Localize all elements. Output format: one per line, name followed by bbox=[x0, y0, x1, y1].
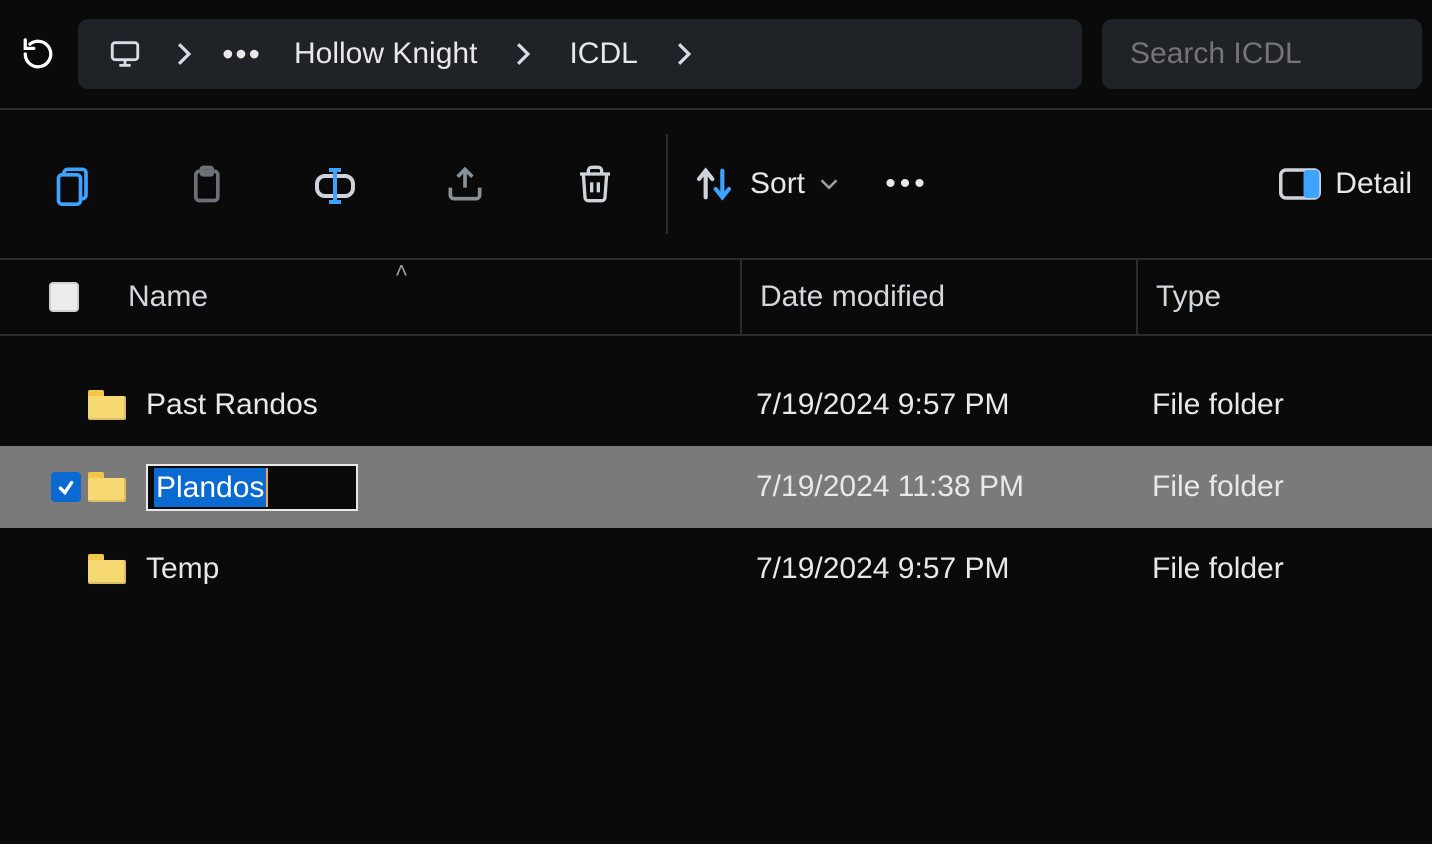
breadcrumb-overflow[interactable]: ••• bbox=[224, 36, 260, 73]
delete-button[interactable] bbox=[530, 124, 660, 244]
command-bar: Sort ••• Detail bbox=[0, 110, 1432, 260]
cut-icon bbox=[53, 160, 97, 208]
chevron-down-icon bbox=[819, 177, 839, 191]
sort-icon bbox=[692, 164, 736, 204]
file-row[interactable]: Plandos 7/19/2024 11:38 PMFile folder bbox=[0, 446, 1432, 528]
file-date: 7/19/2024 11:38 PM bbox=[742, 470, 1138, 504]
address-bar: ••• Hollow Knight ICDL bbox=[0, 0, 1432, 110]
share-icon bbox=[443, 162, 487, 206]
cut-button[interactable] bbox=[10, 124, 140, 244]
folder-icon bbox=[88, 390, 136, 420]
file-type: File folder bbox=[1138, 552, 1432, 586]
details-view-icon bbox=[1279, 167, 1321, 201]
file-type: File folder bbox=[1138, 388, 1432, 422]
rename-icon bbox=[311, 160, 359, 208]
sort-button[interactable]: Sort bbox=[674, 124, 857, 244]
refresh-icon bbox=[21, 37, 55, 71]
file-name[interactable]: Past Randos bbox=[146, 388, 742, 422]
copy-button[interactable] bbox=[140, 124, 270, 244]
view-button[interactable]: Detail bbox=[1255, 124, 1422, 244]
this-pc-icon[interactable] bbox=[106, 37, 144, 71]
column-headers: ˄ Name Date modified Type bbox=[0, 260, 1432, 336]
toolbar-divider bbox=[666, 134, 668, 234]
chevron-right-icon[interactable] bbox=[672, 41, 696, 67]
share-button[interactable] bbox=[400, 124, 530, 244]
column-header-date[interactable]: Date modified bbox=[740, 260, 1136, 334]
file-date: 7/19/2024 9:57 PM bbox=[742, 388, 1138, 422]
view-label: Detail bbox=[1335, 167, 1412, 201]
file-type: File folder bbox=[1138, 470, 1432, 504]
select-all-checkbox[interactable] bbox=[0, 282, 128, 312]
search-input[interactable] bbox=[1130, 37, 1394, 71]
chevron-right-icon[interactable] bbox=[172, 41, 196, 67]
breadcrumb-seg-1[interactable]: ICDL bbox=[563, 37, 643, 71]
more-button[interactable]: ••• bbox=[857, 167, 957, 201]
rename-button[interactable] bbox=[270, 124, 400, 244]
chevron-right-icon[interactable] bbox=[511, 41, 535, 67]
column-header-name[interactable]: Name bbox=[128, 280, 740, 314]
ellipsis-icon: ••• bbox=[885, 167, 929, 201]
file-list: Past Randos7/19/2024 9:57 PMFile folderP… bbox=[0, 336, 1432, 610]
folder-icon bbox=[88, 472, 136, 502]
file-row[interactable]: Temp7/19/2024 9:57 PMFile folder bbox=[0, 528, 1432, 610]
file-name[interactable]: Plandos bbox=[146, 464, 742, 511]
file-name[interactable]: Temp bbox=[146, 552, 742, 586]
column-header-type[interactable]: Type bbox=[1136, 260, 1432, 334]
rename-input[interactable]: Plandos bbox=[146, 464, 358, 511]
search-box[interactable] bbox=[1102, 19, 1422, 89]
file-date: 7/19/2024 9:57 PM bbox=[742, 552, 1138, 586]
trash-icon bbox=[575, 161, 615, 207]
row-checkbox[interactable] bbox=[44, 472, 88, 502]
sort-indicator-icon: ˄ bbox=[395, 258, 408, 284]
copy-icon bbox=[183, 160, 227, 208]
breadcrumb-seg-0[interactable]: Hollow Knight bbox=[288, 37, 483, 71]
folder-icon bbox=[88, 554, 136, 584]
breadcrumb[interactable]: ••• Hollow Knight ICDL bbox=[78, 19, 1082, 89]
refresh-button[interactable] bbox=[18, 34, 58, 74]
sort-label: Sort bbox=[750, 167, 805, 201]
file-row[interactable]: Past Randos7/19/2024 9:57 PMFile folder bbox=[0, 364, 1432, 446]
